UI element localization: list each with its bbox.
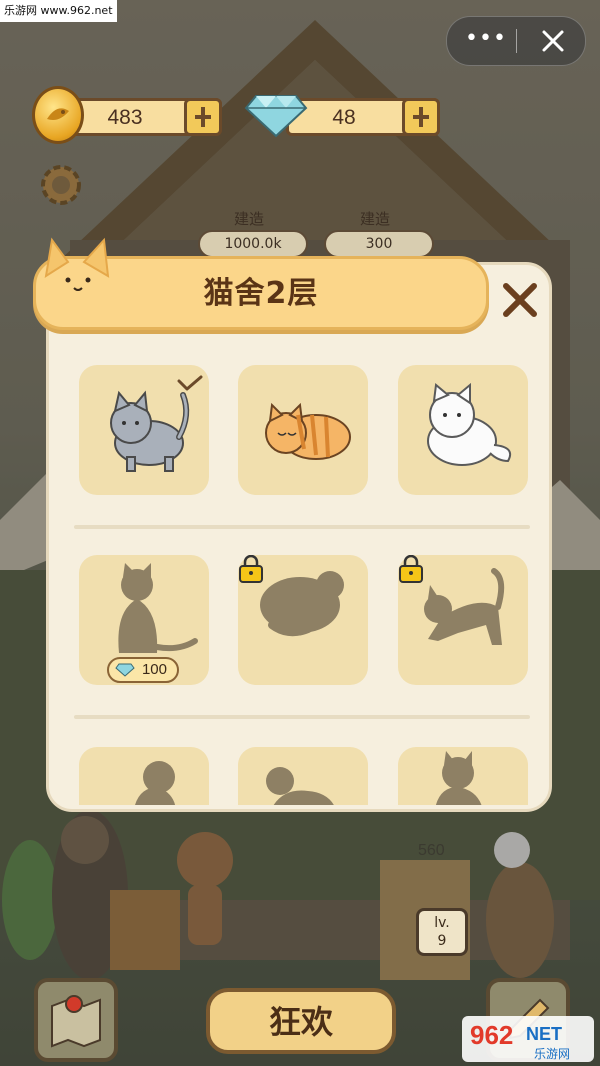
watermark: 乐游网 www.962.net [0, 0, 117, 22]
build-label-1: 建造 [234, 210, 265, 228]
cat-cell-stretching-silhouette[interactable] [398, 555, 528, 685]
build-cost-1: 1000.0k [198, 230, 308, 258]
mini-program-capsule: ••• [446, 16, 586, 66]
level-box: lv. 9 [416, 908, 468, 956]
capsule-divider [516, 29, 517, 53]
party-button-label: 狂欢 [268, 1003, 333, 1041]
settings-gear-icon[interactable] [34, 158, 88, 212]
cat-cell-silhouette-b[interactable] [238, 747, 368, 805]
row-divider [74, 525, 530, 529]
svg-text:乐游网: 乐游网 [534, 1047, 570, 1061]
coin-counter: 483 [66, 98, 222, 136]
cat-cell-sitting-silhouette[interactable]: 100 [79, 555, 209, 685]
build-cost-2: 300 [324, 230, 434, 258]
level-text: lv. 9 [434, 915, 450, 949]
cat-house-panel: 100 [46, 262, 552, 812]
cat-cell-silhouette-c[interactable] [398, 747, 528, 805]
add-gems-button[interactable] [402, 98, 440, 136]
cat-silhouette-icon [135, 761, 175, 805]
party-button[interactable]: 狂欢 [206, 988, 396, 1054]
gem-counter: 48 [286, 98, 440, 136]
cat-cell-curled-silhouette[interactable] [238, 555, 368, 685]
build-label-2: 建造 [360, 210, 391, 228]
row-divider [74, 715, 530, 719]
unlock-price-value: 100 [141, 661, 167, 678]
white-fluffy-cat-icon [427, 382, 512, 466]
score-value: 560 [418, 842, 445, 859]
orange-tabby-cat-icon [265, 402, 351, 460]
cat-cell-gray-cat[interactable] [79, 365, 209, 495]
diamond-icon [115, 663, 135, 677]
cat-cell-silhouette-a[interactable] [79, 747, 209, 805]
close-icon[interactable] [533, 21, 573, 61]
lock-icon [399, 555, 423, 583]
coin-value: 483 [107, 106, 143, 129]
cat-face-icon [44, 237, 110, 291]
panel-close-icon[interactable] [498, 278, 542, 322]
cat-silhouette-icon [266, 767, 334, 805]
map-button[interactable] [34, 978, 118, 1062]
cat-cell-orange-tabby[interactable] [238, 365, 368, 495]
svg-text:962: 962 [470, 1020, 513, 1050]
cat-cell-white-fluffy[interactable] [398, 365, 528, 495]
unlock-price-tag[interactable]: 100 [107, 657, 179, 683]
cat-grid: 100 [74, 345, 530, 805]
add-coins-button[interactable] [184, 98, 222, 136]
svg-text:NET: NET [526, 1024, 562, 1044]
selected-check-icon [177, 375, 203, 391]
diamond-icon [244, 95, 308, 138]
cat-silhouette-icon [435, 751, 482, 805]
more-dots-icon[interactable]: ••• [465, 17, 506, 65]
map-icon [51, 995, 101, 1048]
fish-coin-icon [32, 86, 84, 144]
site-logo: 962 NET 乐游网 [462, 1016, 594, 1062]
lock-icon [239, 555, 263, 583]
